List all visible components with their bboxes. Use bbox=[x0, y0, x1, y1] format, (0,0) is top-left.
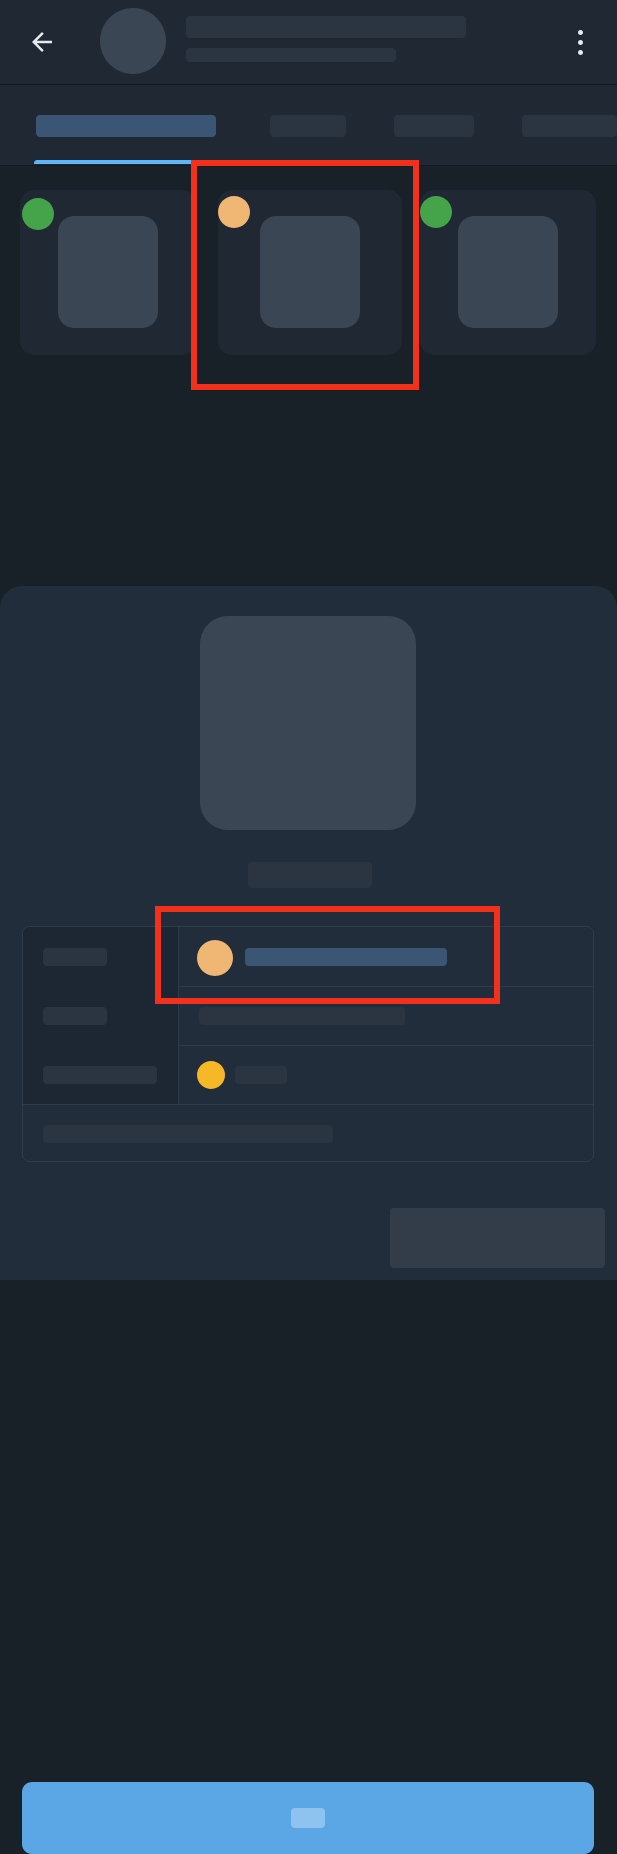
gift-image-placeholder bbox=[58, 216, 158, 328]
more-dot-icon bbox=[577, 29, 583, 35]
row-label-cell bbox=[23, 1045, 179, 1104]
table-row bbox=[23, 1104, 593, 1161]
gift-large-image-placeholder bbox=[200, 616, 416, 830]
ok-label-placeholder bbox=[291, 1808, 325, 1828]
row-value-placeholder bbox=[235, 1066, 287, 1084]
highlight-box bbox=[155, 906, 500, 1004]
more-dot-icon bbox=[577, 39, 583, 45]
gift-image-placeholder bbox=[458, 216, 558, 328]
gift-title-placeholder bbox=[248, 862, 372, 888]
tab-2[interactable] bbox=[270, 115, 346, 137]
sender-badge bbox=[22, 198, 54, 230]
tab-4[interactable] bbox=[522, 115, 617, 137]
highlight-box bbox=[191, 160, 419, 390]
channel-title-placeholder bbox=[186, 16, 466, 38]
channel-avatar[interactable] bbox=[100, 8, 166, 74]
row-value-placeholder bbox=[199, 1007, 405, 1025]
gift-message-placeholder bbox=[43, 1125, 333, 1143]
more-menu-button[interactable] bbox=[565, 24, 595, 60]
channel-header bbox=[0, 0, 617, 85]
gift-card[interactable] bbox=[20, 190, 196, 355]
tab-1[interactable] bbox=[36, 115, 216, 137]
profile-tabs bbox=[0, 85, 617, 166]
sender-badge bbox=[420, 196, 452, 228]
gift-card[interactable] bbox=[420, 190, 596, 355]
row-label-placeholder bbox=[43, 1066, 157, 1084]
arrow-left-icon bbox=[32, 32, 52, 52]
channel-title-block[interactable] bbox=[186, 10, 547, 72]
channel-subtitle-placeholder bbox=[186, 48, 396, 62]
row-label-placeholder bbox=[43, 948, 107, 966]
watermark-placeholder bbox=[390, 1208, 605, 1268]
tab-3[interactable] bbox=[394, 115, 474, 137]
table-row bbox=[23, 1045, 593, 1105]
row-label-placeholder bbox=[43, 1007, 107, 1025]
more-dot-icon bbox=[577, 49, 583, 55]
back-button[interactable] bbox=[22, 22, 62, 62]
star-icon bbox=[197, 1061, 225, 1089]
ok-button[interactable] bbox=[22, 1782, 594, 1854]
